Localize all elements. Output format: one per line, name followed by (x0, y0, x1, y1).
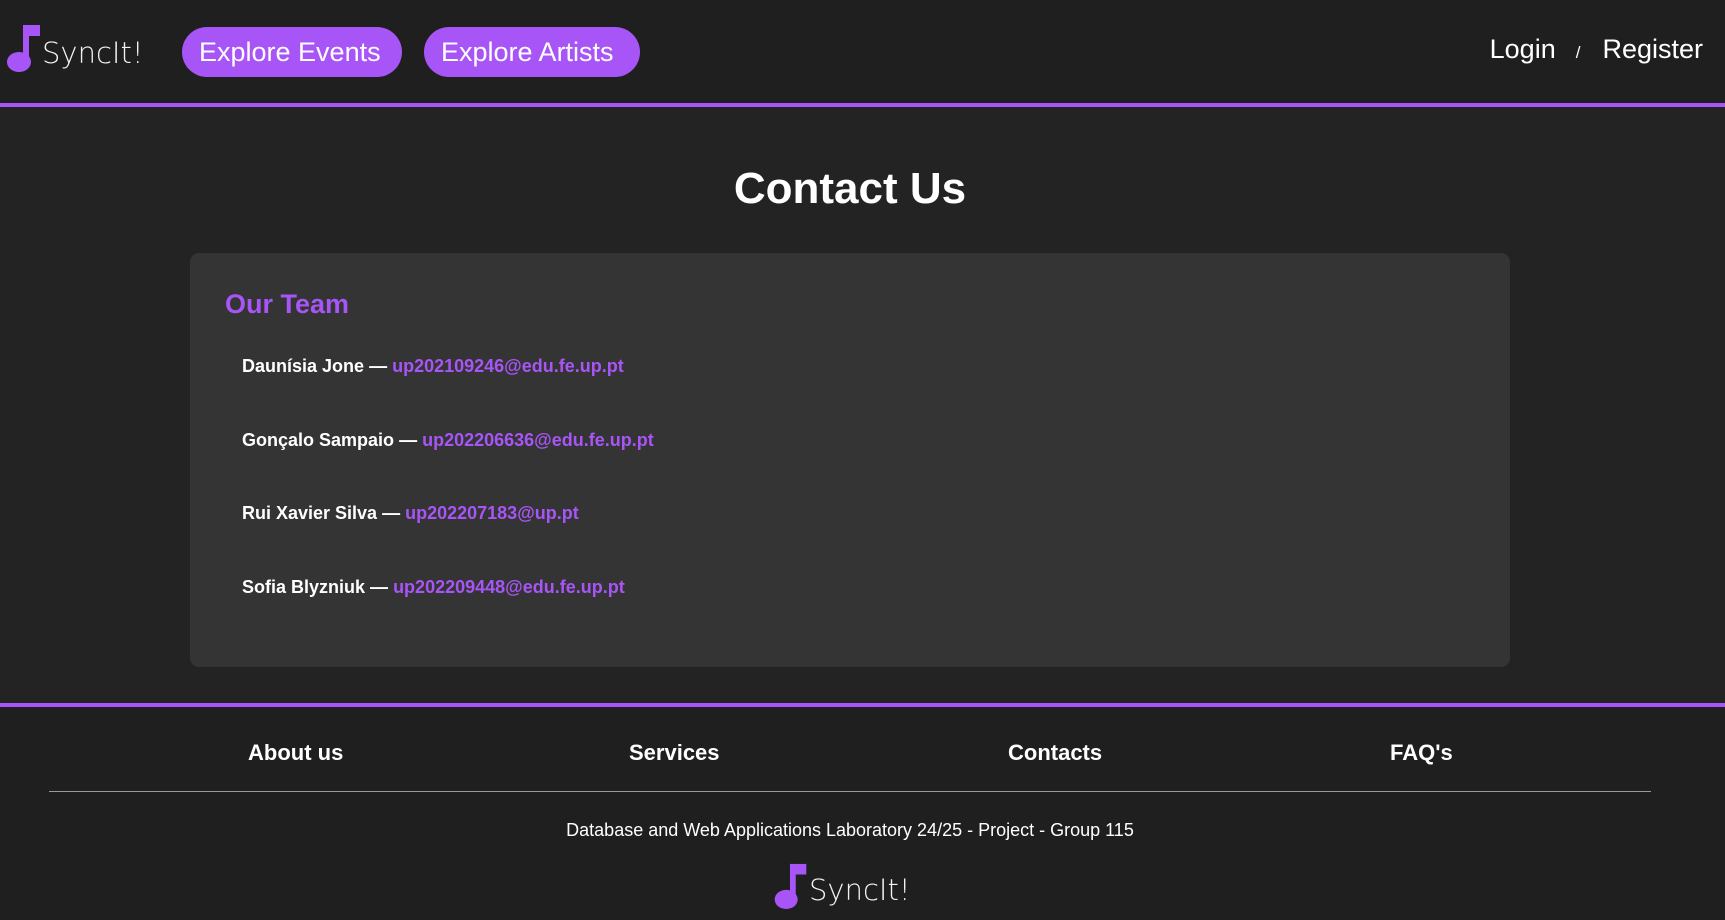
member-name: Daunísia Jone (242, 356, 365, 376)
music-note-icon (7, 25, 40, 72)
team-heading: Our Team (225, 289, 350, 319)
member-name: Sofia Blyzniuk (242, 577, 366, 597)
member-email-link[interactable]: up202109246@edu.fe.up.pt (392, 356, 624, 376)
explore-events-button[interactable]: Explore Events (182, 27, 402, 77)
member-name: Gonçalo Sampaio (242, 430, 395, 450)
music-note-icon (774, 863, 807, 909)
member-dash: — (370, 577, 389, 597)
team-member: Gonçalo Sampaio — up202206636@edu.fe.up.… (242, 430, 654, 451)
member-email-link[interactable]: up202206636@edu.fe.up.pt (422, 430, 654, 450)
team-member: Rui Xavier Silva — up202207183@up.pt (242, 503, 579, 524)
member-dash: — (399, 430, 418, 450)
register-link[interactable]: Register (1602, 34, 1703, 65)
footer-logo[interactable]: SyncIt! (773, 863, 910, 909)
auth-links: Login / Register (1490, 34, 1703, 65)
team-member: Daunísia Jone — up202109246@edu.fe.up.pt (242, 356, 624, 377)
member-dash: — (369, 356, 388, 376)
footer-credits: Database and Web Applications Laboratory… (566, 820, 1134, 840)
member-email-link[interactable]: up202207183@up.pt (405, 503, 579, 523)
login-link[interactable]: Login (1490, 34, 1556, 65)
footer-brand-name: SyncIt! (809, 873, 911, 907)
footer-divider (49, 791, 1651, 792)
member-name: Rui Xavier Silva (242, 503, 378, 523)
team-member: Sofia Blyzniuk — up202209448@edu.fe.up.p… (242, 577, 625, 598)
member-dash: — (382, 503, 401, 523)
auth-separator: / (1575, 43, 1581, 62)
team-card: Our Team Daunísia Jone — up202109246@edu… (190, 253, 1510, 667)
footer-link-contacts[interactable]: Contacts (1008, 740, 1102, 766)
page-title: Contact Us (733, 164, 967, 213)
explore-artists-button[interactable]: Explore Artists (424, 27, 640, 77)
site-header: SyncIt! Explore Events Explore Artists L… (0, 0, 1725, 107)
site-footer: About us Services Contacts FAQ's Databas… (0, 703, 1725, 920)
brand-logo[interactable]: SyncIt! (6, 24, 143, 72)
brand-name: SyncIt! (42, 36, 144, 70)
footer-link-services[interactable]: Services (629, 740, 720, 766)
member-email-link[interactable]: up202209448@edu.fe.up.pt (393, 577, 625, 597)
footer-link-faqs[interactable]: FAQ's (1390, 740, 1453, 766)
footer-link-about[interactable]: About us (248, 740, 343, 766)
